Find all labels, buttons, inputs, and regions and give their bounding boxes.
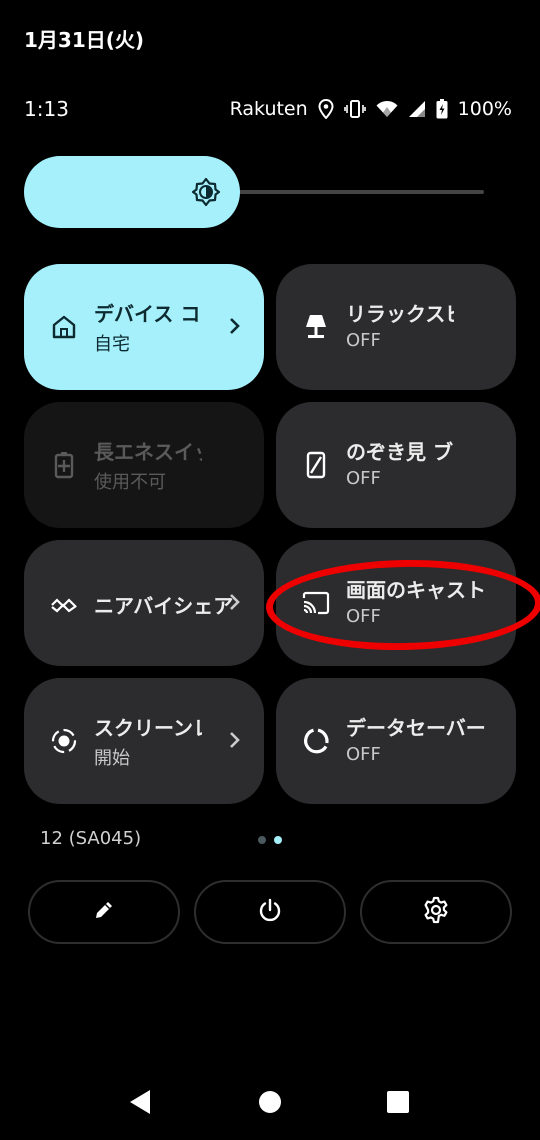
home-icon <box>48 311 80 343</box>
tile-status: OFF <box>346 606 381 627</box>
tile-device-controls[interactable]: デバイス コントロール 自宅 <box>24 264 264 390</box>
status-icons: Rakuten 100% <box>230 98 512 120</box>
nearby-share-icon <box>48 587 80 619</box>
edit-button[interactable] <box>28 880 180 944</box>
tile-data-saver[interactable]: データセーバー OFF <box>276 678 516 804</box>
tile-screen-record[interactable]: スクリーンレコード 開始 <box>24 678 264 804</box>
recents-button[interactable] <box>378 1084 418 1124</box>
tile-status: 使用不可 <box>94 472 166 493</box>
clock: 1:13 <box>24 97 69 121</box>
tile-long-eco-switch[interactable]: 長エネスイッチ 使用不可 <box>24 402 264 528</box>
location-icon <box>318 99 334 119</box>
tile-status: 自宅 <box>94 334 130 355</box>
tile-status: OFF <box>346 468 381 489</box>
recents-icon <box>386 1090 410 1118</box>
power-icon <box>257 897 283 927</box>
tile-label: 長エネスイッチ <box>94 440 202 464</box>
chevron-right-icon <box>228 728 242 752</box>
tile-nearby-share[interactable]: ニアバイシェア <box>24 540 264 666</box>
brightness-icon <box>190 176 222 208</box>
build-number: 12 (SA045) <box>40 828 142 849</box>
brightness-slider[interactable] <box>24 156 484 228</box>
lamp-icon <box>300 311 332 343</box>
power-button[interactable] <box>194 880 346 944</box>
tile-status: 開始 <box>94 748 130 769</box>
back-icon <box>128 1089 152 1119</box>
navigation-bar <box>0 1084 540 1124</box>
tile-label: リラックスビュー <box>346 302 454 326</box>
tile-privacy-block[interactable]: のぞき見 ブロック OFF <box>276 402 516 528</box>
battery-percent: 100% <box>457 98 512 120</box>
brightness-track[interactable] <box>224 190 484 194</box>
settings-icon <box>422 896 450 928</box>
tile-status: OFF <box>346 744 381 765</box>
chevron-right-icon <box>228 590 242 614</box>
carrier-label: Rakuten <box>229 98 308 120</box>
page-dot <box>258 836 266 844</box>
status-bar: 1:13 Rakuten 100% <box>24 96 512 122</box>
tile-label: 画面のキャスト <box>346 578 486 602</box>
screen-record-icon <box>48 725 80 757</box>
home-button[interactable] <box>250 1084 290 1124</box>
date-label: 1月31日(火) <box>24 28 145 52</box>
tile-status: OFF <box>346 330 381 351</box>
edit-icon <box>92 898 116 926</box>
tile-label: のぞき見 ブロック <box>346 440 454 464</box>
battery-plus-icon <box>48 449 80 481</box>
page-indicator <box>258 836 282 844</box>
home-icon <box>258 1090 282 1118</box>
vibrate-icon <box>343 100 366 118</box>
signal-icon <box>408 100 426 118</box>
settings-button[interactable] <box>360 880 512 944</box>
cast-icon <box>300 587 332 619</box>
tile-label: ニアバイシェア <box>94 594 234 618</box>
tile-screen-cast[interactable]: 画面のキャスト OFF <box>276 540 516 666</box>
battery-icon <box>436 99 448 119</box>
tile-relax-view[interactable]: リラックスビュー OFF <box>276 264 516 390</box>
tile-label: スクリーンレコード <box>94 716 202 740</box>
tile-label: データセーバー <box>346 716 486 740</box>
privacy-phone-icon <box>300 449 332 481</box>
tile-label: デバイス コントロール <box>94 302 202 326</box>
data-saver-icon <box>300 725 332 757</box>
back-button[interactable] <box>120 1084 160 1124</box>
chevron-right-icon <box>228 314 242 338</box>
page-dot <box>274 836 282 844</box>
wifi-icon <box>376 100 398 118</box>
